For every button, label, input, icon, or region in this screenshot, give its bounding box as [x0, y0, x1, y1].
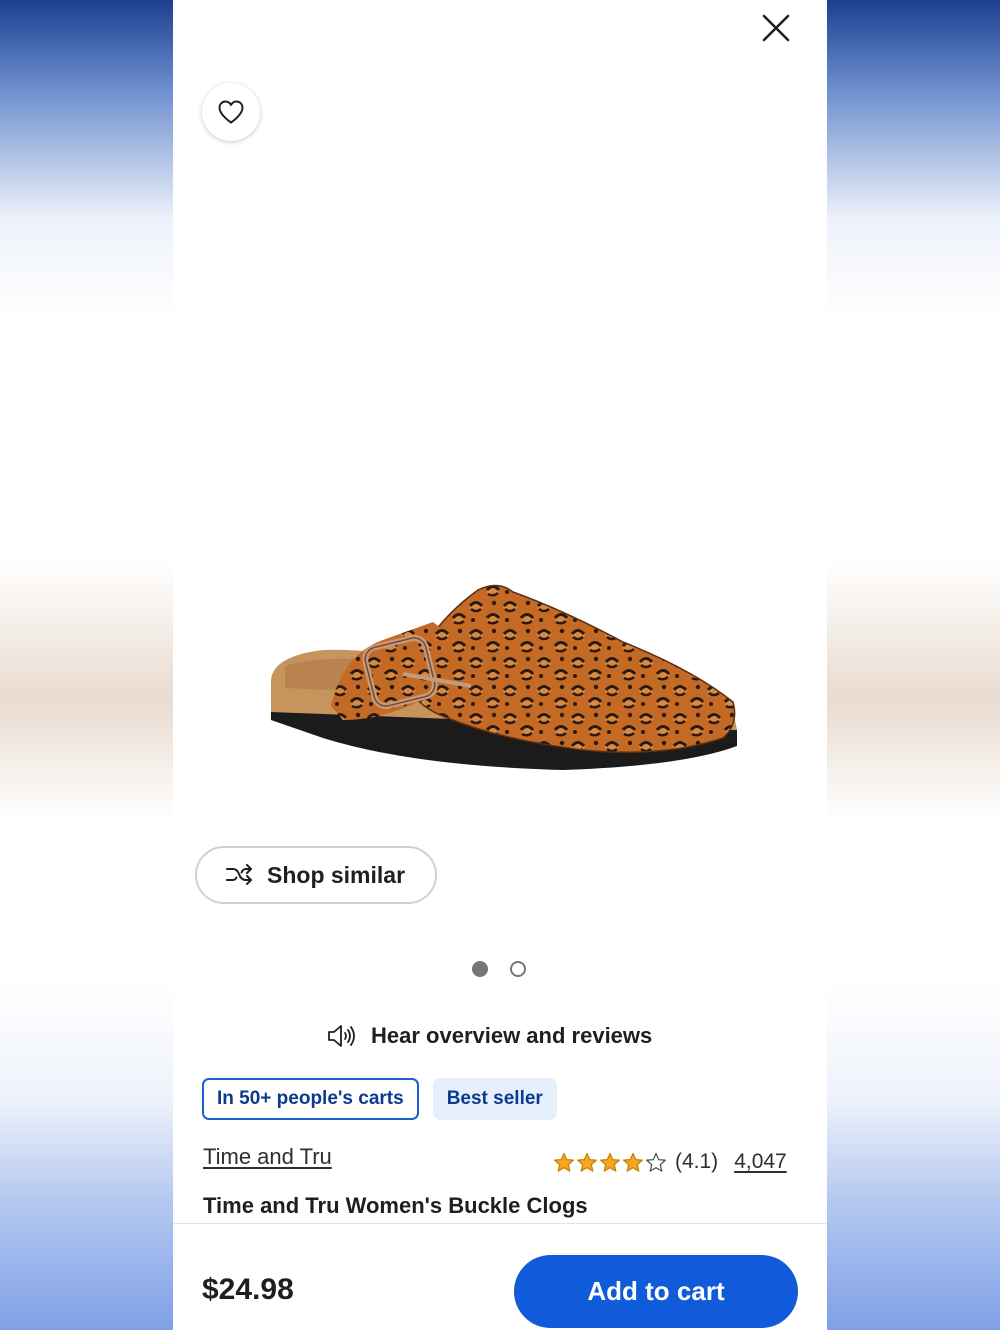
close-icon	[762, 14, 790, 42]
carousel-dot-1[interactable]	[472, 961, 488, 977]
favorite-button[interactable]	[202, 83, 260, 141]
product-title: Time and Tru Women's Buckle Clogs	[203, 1193, 588, 1218]
in-carts-badge: In 50+ people's carts	[202, 1078, 419, 1120]
product-quick-view-panel: Shop similar Hear overview and reviews I…	[173, 0, 827, 1330]
review-count-link[interactable]: 4,047	[734, 1150, 787, 1174]
star-filled-icon	[599, 1152, 621, 1173]
rating-value: (4.1)	[675, 1150, 719, 1173]
bottom-action-bar: $24.98 Add to cart	[173, 1223, 827, 1330]
close-button[interactable]	[756, 8, 796, 48]
add-to-cart-button[interactable]: Add to cart	[514, 1255, 798, 1328]
rating-summary[interactable]: (4.1) 4,047	[553, 1150, 787, 1174]
star-empty-icon	[645, 1152, 667, 1173]
speaker-icon	[328, 1025, 355, 1047]
star-filled-icon	[622, 1152, 644, 1173]
hear-overview-label: Hear overview and reviews	[371, 1023, 653, 1048]
brand-link[interactable]: Time and Tru	[203, 1144, 332, 1170]
star-filled-icon	[576, 1152, 598, 1173]
carousel-pagination	[472, 961, 526, 977]
star-rating	[553, 1152, 668, 1173]
product-image[interactable]	[263, 570, 753, 800]
heart-icon	[218, 100, 244, 124]
price: $24.98	[202, 1273, 294, 1306]
hear-overview-button[interactable]: Hear overview and reviews	[327, 1018, 652, 1054]
star-filled-icon	[553, 1152, 575, 1173]
best-seller-badge: Best seller	[432, 1078, 557, 1120]
shuffle-icon	[226, 864, 252, 885]
carousel-dot-2[interactable]	[510, 961, 526, 977]
shop-similar-button[interactable]: Shop similar	[195, 846, 437, 904]
shop-similar-label: Shop similar	[267, 861, 406, 888]
badges-row: In 50+ people's carts Best seller	[202, 1078, 557, 1120]
